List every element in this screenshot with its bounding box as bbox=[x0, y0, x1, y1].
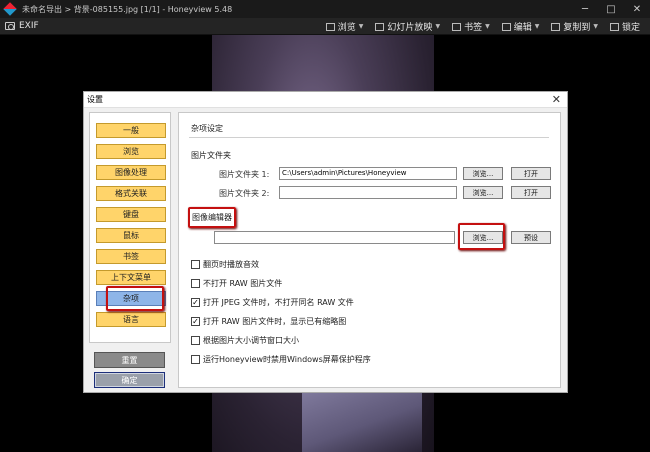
image-editor-field[interactable] bbox=[214, 231, 455, 244]
pictures-folder-heading: 图片文件夹 bbox=[191, 151, 231, 160]
dialog-close-button[interactable]: ✕ bbox=[552, 93, 561, 106]
folder2-label: 图片文件夹 2: bbox=[219, 189, 270, 198]
dialog-title: 设置 bbox=[87, 95, 103, 104]
settings-nav: 一般 浏览 图像处理 格式关联 键盘 鼠标 书签 上下文菜单 杂项 语言 bbox=[89, 112, 171, 343]
menu-bookmark[interactable]: 书签 ▼ bbox=[452, 20, 490, 33]
nav-language[interactable]: 语言 bbox=[96, 312, 166, 327]
menu-edit[interactable]: 编辑 ▼ bbox=[501, 20, 540, 33]
option-fit-window[interactable]: 根据图片大小调节窗口大小 bbox=[191, 335, 299, 346]
folder1-open-button[interactable]: 打开 bbox=[511, 167, 551, 180]
image-editor-preset-button[interactable]: 预设 bbox=[511, 231, 551, 244]
option-no-raw[interactable]: 不打开 RAW 图片文件 bbox=[191, 278, 282, 289]
browse-icon bbox=[325, 22, 335, 31]
toolbar: EXIF 浏览 ▼ 幻灯片放映 ▼ 书签 ▼ 编辑 ▼ 复制到 ▼ 锁定 bbox=[0, 18, 650, 35]
nav-browse[interactable]: 浏览 bbox=[96, 144, 166, 159]
menu-copy-to[interactable]: 复制到 ▼ bbox=[551, 20, 598, 33]
menu-browse[interactable]: 浏览 ▼ bbox=[325, 20, 364, 33]
nav-image-processing[interactable]: 图像处理 bbox=[96, 165, 166, 180]
chevron-down-icon: ▼ bbox=[593, 23, 598, 30]
title-bar: 未命名导出 > 背景-085155.jpg [1/1] - Honeyview … bbox=[0, 0, 650, 18]
divider bbox=[189, 137, 549, 138]
folder2-open-button[interactable]: 打开 bbox=[511, 186, 551, 199]
ok-button[interactable]: 确定 bbox=[94, 372, 165, 388]
minimize-button[interactable]: ─ bbox=[572, 0, 598, 18]
nav-context-menu[interactable]: 上下文菜单 bbox=[96, 270, 166, 285]
menu-slideshow[interactable]: 幻灯片放映 ▼ bbox=[375, 20, 440, 33]
highlight-box bbox=[458, 223, 505, 250]
menu-copy-to-label: 复制到 bbox=[563, 23, 591, 33]
nav-mouse[interactable]: 鼠标 bbox=[96, 228, 166, 243]
checkbox[interactable] bbox=[191, 336, 200, 345]
option-label: 根据图片大小调节窗口大小 bbox=[203, 336, 299, 345]
edit-icon bbox=[501, 22, 511, 31]
copy-icon bbox=[551, 22, 561, 31]
menu-slideshow-label: 幻灯片放映 bbox=[387, 23, 433, 33]
option-label: 打开 JPEG 文件时，不打开同名 RAW 文件 bbox=[203, 298, 354, 307]
window-title: 未命名导出 > 背景-085155.jpg [1/1] - Honeyview … bbox=[22, 4, 233, 14]
folder1-field[interactable]: C:\Users\admin\Pictures\Honeyview bbox=[279, 167, 457, 180]
option-page-sound[interactable]: 翻页时播放音效 bbox=[191, 259, 259, 270]
reset-button[interactable]: 重置 bbox=[94, 352, 165, 368]
nav-format-association[interactable]: 格式关联 bbox=[96, 186, 166, 201]
nav-bookmark[interactable]: 书签 bbox=[96, 249, 166, 264]
nav-general[interactable]: 一般 bbox=[96, 123, 166, 138]
folder2-browse-button[interactable]: 浏览... bbox=[463, 186, 503, 199]
nav-keyboard[interactable]: 键盘 bbox=[96, 207, 166, 222]
highlight-box bbox=[106, 286, 164, 311]
option-label: 不打开 RAW 图片文件 bbox=[203, 279, 283, 288]
checkbox[interactable] bbox=[191, 279, 200, 288]
chevron-down-icon: ▼ bbox=[534, 23, 540, 30]
chevron-down-icon: ▼ bbox=[435, 23, 441, 30]
exif-button[interactable]: EXIF bbox=[5, 21, 39, 31]
camera-icon bbox=[5, 22, 15, 30]
option-label: 运行Honeyview时禁用Windows屏幕保护程序 bbox=[203, 355, 371, 364]
menu-browse-label: 浏览 bbox=[337, 23, 356, 33]
folder1-label: 图片文件夹 1: bbox=[219, 170, 270, 179]
honeyview-logo-icon bbox=[3, 2, 17, 16]
folder1-browse-button[interactable]: 浏览... bbox=[463, 167, 503, 180]
chevron-down-icon: ▼ bbox=[485, 23, 490, 30]
settings-dialog: 设置 ✕ 一般 浏览 图像处理 格式关联 键盘 鼠标 书签 上下文菜单 杂项 语… bbox=[83, 91, 568, 393]
lock-icon bbox=[609, 22, 619, 31]
bookmark-icon bbox=[452, 22, 462, 31]
chevron-down-icon: ▼ bbox=[358, 23, 364, 30]
checkbox-checked[interactable]: ✓ bbox=[191, 298, 200, 307]
exif-label: EXIF bbox=[19, 21, 39, 31]
option-disable-screensaver[interactable]: 运行Honeyview时禁用Windows屏幕保护程序 bbox=[191, 354, 371, 365]
option-label: 翻页时播放音效 bbox=[203, 260, 259, 269]
menu-bookmark-label: 书签 bbox=[464, 23, 483, 33]
option-label: 打开 RAW 图片文件时，显示已有缩略图 bbox=[203, 317, 347, 326]
checkbox[interactable] bbox=[191, 260, 200, 269]
menu-lock-label: 锁定 bbox=[621, 23, 640, 33]
menu-lock[interactable]: 锁定 bbox=[609, 20, 640, 33]
option-raw-thumbnail[interactable]: ✓ 打开 RAW 图片文件时，显示已有缩略图 bbox=[191, 316, 346, 327]
slideshow-icon bbox=[375, 22, 385, 31]
section-title: 杂项设定 bbox=[191, 124, 223, 133]
folder2-field[interactable] bbox=[279, 186, 457, 199]
dialog-title-bar: 设置 bbox=[84, 92, 567, 108]
option-jpeg-skip-raw[interactable]: ✓ 打开 JPEG 文件时，不打开同名 RAW 文件 bbox=[191, 297, 354, 308]
settings-content: 杂项设定 图片文件夹 图片文件夹 1: C:\Users\admin\Pictu… bbox=[178, 112, 561, 388]
checkbox-checked[interactable]: ✓ bbox=[191, 317, 200, 326]
menu-edit-label: 编辑 bbox=[513, 23, 532, 33]
close-window-button[interactable]: ✕ bbox=[624, 0, 650, 18]
settings-sidebar: 一般 浏览 图像处理 格式关联 键盘 鼠标 书签 上下文菜单 杂项 语言 重置 … bbox=[89, 112, 171, 388]
checkbox[interactable] bbox=[191, 355, 200, 364]
maximize-button[interactable]: □ bbox=[598, 0, 624, 18]
highlight-box bbox=[188, 207, 236, 228]
